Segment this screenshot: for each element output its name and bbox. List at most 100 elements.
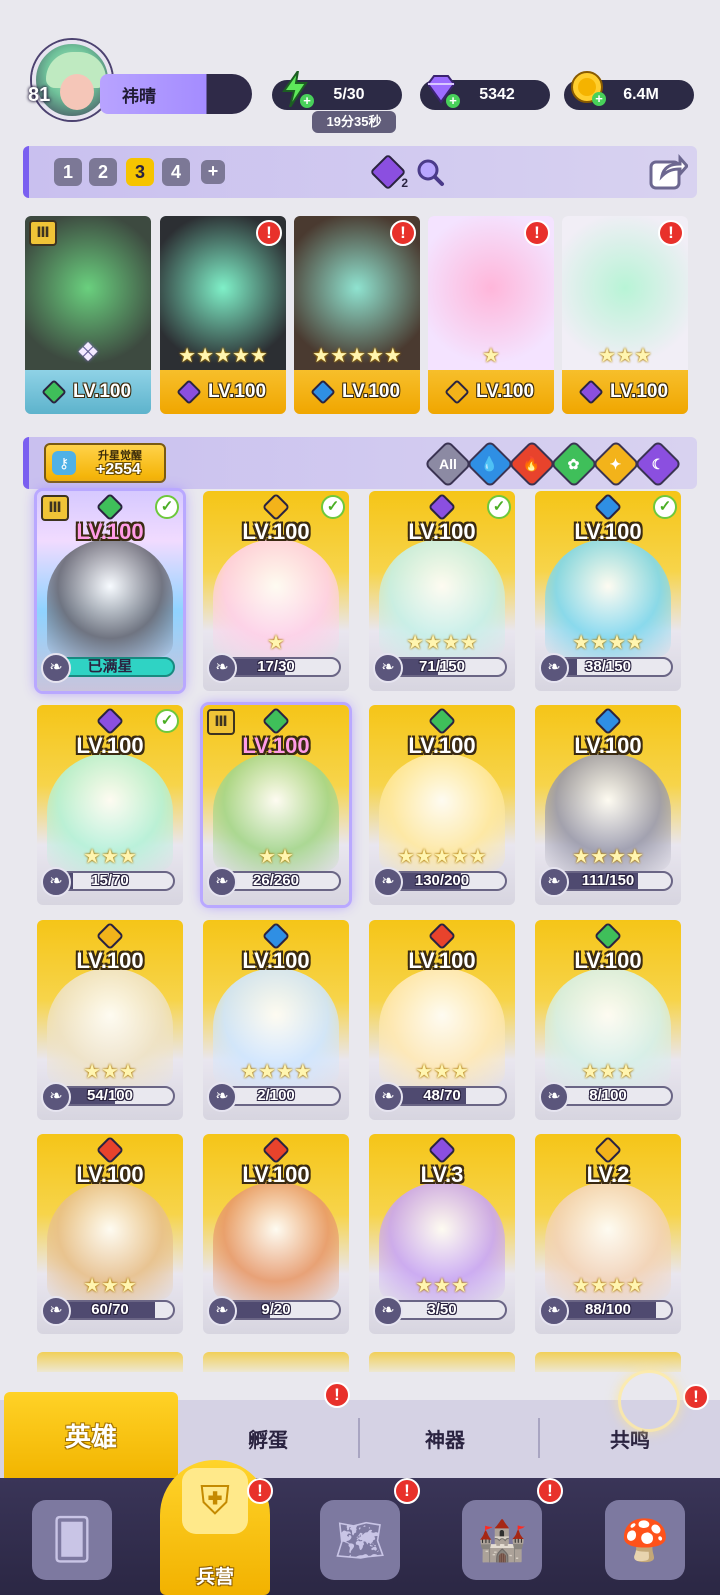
hero-card[interactable]: LV.100 ★★★★★ 130/200 ❧: [369, 705, 515, 905]
star-rating: ★★★★: [240, 1061, 312, 1083]
hero-card-partial[interactable]: [203, 1352, 349, 1372]
tab-hero[interactable]: 英雄: [4, 1392, 178, 1478]
lineup-slot[interactable]: LV.100 Ⅲ ❖: [25, 216, 151, 414]
lineup-level-text: LV.100: [207, 381, 267, 402]
purple-element-icon: [176, 379, 202, 405]
blue-element-icon: [261, 921, 291, 951]
check-icon: ✓: [155, 495, 179, 519]
awaken-button[interactable]: ⚷ 升星觉醒 +2554: [44, 443, 166, 483]
coins-plus-icon[interactable]: +: [592, 92, 606, 106]
hero-card[interactable]: LV.100 ★★★ 15/70 ❧ ✓: [37, 705, 183, 905]
lineup-level-text: LV.100: [72, 381, 132, 402]
lineup-slot[interactable]: ★★★★★ LV.100!: [294, 216, 420, 414]
star-rating: ★★★: [581, 1061, 635, 1083]
lineup-level-text: LV.100: [341, 381, 401, 402]
hero-level: LV.100: [408, 733, 476, 758]
team-badge-count: 2: [401, 176, 408, 190]
hero-card[interactable]: LV.100 ★ 17/30 ❧ ✓: [203, 491, 349, 691]
hero-card[interactable]: LV.3 ★★★ 3/50 ❧: [369, 1134, 515, 1334]
energy-icon: +: [278, 70, 314, 108]
shard-icon: ❧: [41, 1296, 71, 1326]
purple-element-icon: [427, 1135, 457, 1165]
add-team-button[interactable]: +: [201, 160, 225, 184]
hero-card[interactable]: LV.100 ★★ 26/260 ❧ Ⅲ: [203, 705, 349, 905]
hero-card[interactable]: LV.100 ★★★ 8/100 ❧: [535, 920, 681, 1120]
nav-mushroom-icon[interactable]: 🍄: [605, 1500, 685, 1580]
tab-hatch[interactable]: 孵蛋: [248, 1424, 288, 1453]
hatch-alert-icon: !: [324, 1382, 350, 1408]
lineup-slot[interactable]: ★ LV.100!: [428, 216, 554, 414]
hero-level: LV.100: [574, 519, 642, 544]
star-rating: ★: [482, 345, 500, 367]
red-element-icon: [427, 921, 457, 951]
lineup-slot[interactable]: ★★★ LV.100!: [562, 216, 688, 414]
team-tab-3[interactable]: 3: [126, 158, 154, 186]
nav-castle-icon[interactable]: 🏰: [462, 1500, 542, 1580]
tab-artifact[interactable]: 神器: [425, 1424, 465, 1453]
hero-card[interactable]: LV.100 ★★★★ 71/150 ❧ ✓: [369, 491, 515, 691]
share-icon[interactable]: [646, 150, 690, 194]
search-icon[interactable]: [412, 154, 448, 190]
hero-card[interactable]: LV.100 ★★★ 60/70 ❧: [37, 1134, 183, 1334]
team-tab-1[interactable]: 1: [54, 158, 82, 186]
hero-level: LV.100: [574, 733, 642, 758]
shard-icon: ❧: [207, 1296, 237, 1326]
hero-level: LV.100: [242, 519, 310, 544]
hero-level: LV.100: [408, 948, 476, 973]
team-toolbar: [23, 146, 697, 198]
player-name-bar[interactable]: 祎晴: [100, 74, 252, 114]
energy-plus-icon[interactable]: +: [300, 94, 314, 108]
hero-card[interactable]: LV.100 ★★★★ 2/100 ❧: [203, 920, 349, 1120]
hero-level: LV.100: [574, 948, 642, 973]
barracks-icon: ⛨: [182, 1468, 248, 1534]
hero-card[interactable]: LV.100 9/20 ❧: [203, 1134, 349, 1334]
barracks-alert-icon: !: [247, 1478, 273, 1504]
alert-icon: !: [390, 220, 416, 246]
purple-element-icon: [427, 492, 457, 522]
dark-element-filter-icon[interactable]: 2: [369, 153, 408, 191]
hero-card-partial[interactable]: [369, 1352, 515, 1372]
nav-map-icon[interactable]: 🗺: [320, 1500, 400, 1580]
shard-icon: ❧: [207, 1082, 237, 1112]
gems-plus-icon[interactable]: +: [446, 94, 460, 108]
nav-cards-icon[interactable]: 🂠: [32, 1500, 112, 1580]
energy-value: 5/30: [333, 86, 365, 103]
hero-card[interactable]: LV.2 ★★★★ 88/100 ❧: [535, 1134, 681, 1334]
team-tab-4[interactable]: 4: [162, 158, 190, 186]
hero-level: LV.3: [420, 1162, 464, 1187]
hero-card[interactable]: LV.100 已满星 ❧ ✓ Ⅲ: [37, 491, 183, 691]
gems-value: 5342: [479, 86, 515, 103]
hero-card[interactable]: LV.100 ★★★ 48/70 ❧: [369, 920, 515, 1120]
alert-icon: !: [256, 220, 282, 246]
green-element-icon: [427, 706, 457, 736]
star-rating: ★★★: [415, 1061, 469, 1083]
gold-element-icon: [444, 379, 470, 405]
lineup-level-text: LV.100: [609, 381, 669, 402]
hero-card[interactable]: LV.100 ★★★★ 38/150 ❧ ✓: [535, 491, 681, 691]
hero-level: LV.100: [242, 733, 310, 758]
lineup-level: LV.100: [294, 370, 420, 414]
team-tab-2[interactable]: 2: [89, 158, 117, 186]
alert-icon: !: [658, 220, 684, 246]
star-rating: ★: [267, 632, 285, 654]
shard-icon: ❧: [539, 653, 569, 683]
shard-icon: ❧: [539, 1296, 569, 1326]
check-icon: ✓: [653, 495, 677, 519]
hero-card[interactable]: LV.100 ★★★★ 111/150 ❧: [535, 705, 681, 905]
shard-icon: ❧: [207, 867, 237, 897]
player-name: 祎晴: [122, 86, 156, 106]
hero-card-partial[interactable]: [37, 1352, 183, 1372]
glow-ring-icon[interactable]: [618, 1370, 680, 1432]
awaken-value: +2554: [96, 461, 141, 478]
star-rating: ★★★★: [572, 846, 644, 868]
hero-card-partial[interactable]: [535, 1352, 681, 1372]
check-icon: ✓: [487, 495, 511, 519]
wing-badge-icon: ❖: [76, 337, 100, 367]
lineup-slot[interactable]: ★★★★★ LV.100!: [160, 216, 286, 414]
hero-card[interactable]: LV.100 ★★★ 54/100 ❧: [37, 920, 183, 1120]
green-element-icon: [593, 921, 623, 951]
shard-icon: ❧: [207, 653, 237, 683]
resonance-alert-icon: !: [683, 1384, 709, 1410]
purple-element-icon: [578, 379, 604, 405]
shard-icon: ❧: [41, 1082, 71, 1112]
